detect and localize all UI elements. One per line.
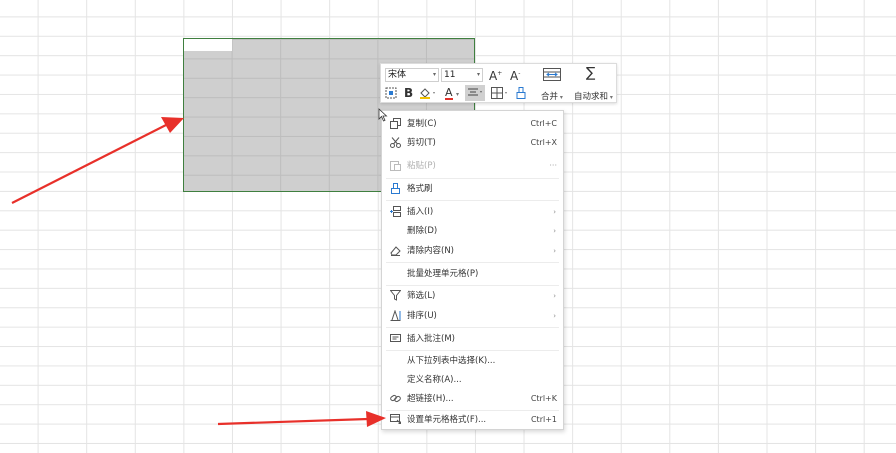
menu-item-label: 复制(C) xyxy=(407,119,437,129)
fill-color-button[interactable] xyxy=(419,87,437,103)
fill-color-icon xyxy=(420,88,435,99)
menu-item-format-painter[interactable]: 格式刷 xyxy=(382,180,563,198)
select-icon-button[interactable] xyxy=(385,87,397,103)
menu-separator xyxy=(386,200,559,201)
mouse-cursor-icon xyxy=(378,108,388,122)
menu-item-label: 定义名称(A)... xyxy=(407,375,462,385)
insert-icon xyxy=(390,206,401,217)
chevron-right-icon: › xyxy=(553,247,556,255)
eraser-icon xyxy=(390,246,401,256)
borders-icon xyxy=(491,87,507,99)
menu-item-sort[interactable]: 排序(U) › xyxy=(382,307,563,325)
format-painter-icon xyxy=(516,87,526,99)
menu-separator xyxy=(386,178,559,179)
menu-item-batch-process-cells[interactable]: 批量处理单元格(P) xyxy=(382,265,563,283)
menu-separator xyxy=(386,262,559,263)
menu-item-label: 设置单元格格式(F)... xyxy=(407,415,487,425)
menu-item-insert-comment[interactable]: 插入批注(M) xyxy=(382,330,563,348)
sort-icon xyxy=(390,310,401,321)
menu-item-label: 批量处理单元格(P) xyxy=(407,269,479,279)
sum-icon: ∑ xyxy=(586,65,596,81)
menu-item-label: 筛选(L) xyxy=(407,291,436,301)
font-color-button[interactable]: A ▾ xyxy=(445,86,459,102)
format-painter-button[interactable] xyxy=(516,87,526,103)
bold-button[interactable]: B xyxy=(404,86,413,100)
menu-item-shortcut: Ctrl+1 xyxy=(530,415,557,424)
format-painter-icon xyxy=(391,183,400,194)
format-cells-icon xyxy=(390,414,401,424)
menu-item-label: 插入批注(M) xyxy=(407,334,455,344)
link-icon xyxy=(390,394,401,403)
paste-options-icon[interactable]: ··· xyxy=(549,157,557,175)
paste-icon xyxy=(390,161,401,171)
borders-button[interactable] xyxy=(491,87,509,103)
font-name-value: 宋体 xyxy=(388,70,407,80)
merge-cells-icon xyxy=(543,68,561,81)
menu-item-label: 从下拉列表中选择(K)... xyxy=(407,356,496,366)
chevron-down-icon: ▾ xyxy=(456,91,460,98)
bold-icon: B xyxy=(404,86,414,100)
select-cells-icon xyxy=(385,87,397,99)
floating-format-toolbar: 宋体 ▾ 11 ▾ A+ A- ∑ B A ▾ 合并 ▾ 自动求和 ▾ xyxy=(380,63,617,103)
chevron-down-icon: ▾ xyxy=(432,71,436,78)
scissors-icon xyxy=(390,137,401,148)
increase-font-icon: A xyxy=(489,69,498,83)
comment-icon xyxy=(390,334,401,342)
menu-item-label: 插入(I) xyxy=(407,207,434,217)
chevron-right-icon: › xyxy=(553,292,556,300)
filter-icon xyxy=(390,290,401,301)
copy-icon xyxy=(390,118,401,129)
active-cell[interactable] xyxy=(184,39,232,51)
menu-item-hyperlink[interactable]: 超链接(H)... Ctrl+K xyxy=(382,390,563,408)
align-center-icon xyxy=(468,88,482,96)
font-size-select[interactable]: 11 ▾ xyxy=(441,68,483,82)
menu-item-cut[interactable]: 剪切(T) Ctrl+X xyxy=(382,134,563,152)
menu-item-define-name[interactable]: 定义名称(A)... xyxy=(382,371,563,389)
menu-separator xyxy=(386,285,559,286)
chevron-right-icon: › xyxy=(553,227,556,235)
menu-item-shortcut: Ctrl+X xyxy=(530,138,557,147)
menu-item-delete[interactable]: 删除(D) › xyxy=(382,222,563,240)
decrease-font-icon: A xyxy=(510,69,519,83)
menu-item-label: 删除(D) xyxy=(407,226,438,236)
autosum-button[interactable]: ∑ xyxy=(586,66,595,80)
font-color-icon: A xyxy=(445,86,453,100)
menu-item-shortcut: Ctrl+K xyxy=(530,394,557,403)
menu-item-label: 粘贴(P) xyxy=(407,161,436,171)
menu-item-label: 剪切(T) xyxy=(407,138,436,148)
chevron-right-icon: › xyxy=(553,208,556,216)
menu-separator xyxy=(386,350,559,351)
menu-item-pick-from-dropdown[interactable]: 从下拉列表中选择(K)... xyxy=(382,352,563,370)
menu-separator xyxy=(386,327,559,328)
merge-label[interactable]: 合并 ▾ xyxy=(541,90,563,102)
context-menu: 复制(C) Ctrl+C 剪切(T) Ctrl+X 粘贴(P) ··· 格式刷 xyxy=(381,110,564,430)
menu-item-clear-contents[interactable]: 清除内容(N) › xyxy=(382,242,563,260)
menu-item-shortcut: Ctrl+C xyxy=(530,119,557,128)
menu-item-copy[interactable]: 复制(C) Ctrl+C xyxy=(382,115,563,133)
align-center-button[interactable] xyxy=(465,85,485,101)
menu-item-format-cells[interactable]: 设置单元格格式(F)... Ctrl+1 xyxy=(382,411,563,429)
font-name-select[interactable]: 宋体 ▾ xyxy=(385,68,439,82)
menu-item-insert[interactable]: 插入(I) › xyxy=(382,203,563,221)
menu-item-filter[interactable]: 筛选(L) › xyxy=(382,287,563,305)
autosum-label[interactable]: 自动求和 ▾ xyxy=(574,90,613,102)
menu-item-label: 超链接(H)... xyxy=(407,394,454,404)
merge-button[interactable] xyxy=(543,68,561,85)
font-size-value: 11 xyxy=(444,70,456,80)
chevron-right-icon: › xyxy=(553,312,556,320)
chevron-down-icon: ▾ xyxy=(476,71,480,78)
menu-item-paste[interactable]: 粘贴(P) ··· xyxy=(382,157,563,175)
decrease-font-size-button[interactable]: A- xyxy=(510,67,520,83)
menu-item-label: 清除内容(N) xyxy=(407,246,454,256)
menu-item-label: 格式刷 xyxy=(407,184,433,194)
increase-font-size-button[interactable]: A+ xyxy=(489,67,502,83)
menu-item-label: 排序(U) xyxy=(407,311,437,321)
